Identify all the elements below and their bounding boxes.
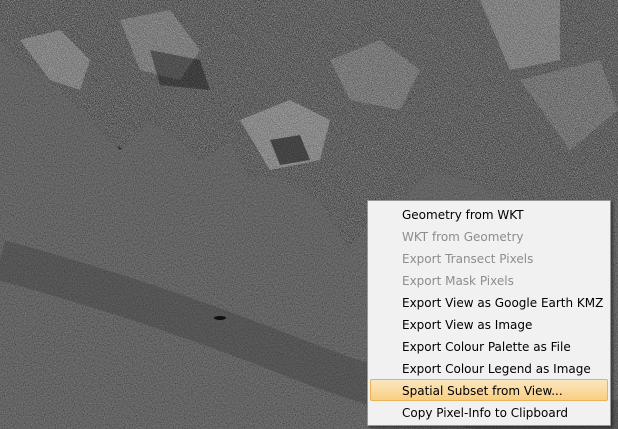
menu-item-spatial-subset-from-view[interactable]: Spatial Subset from View... — [370, 379, 608, 401]
context-menu: Geometry from WKT WKT from Geometry Export… — [367, 200, 611, 426]
menu-item-copy-pixel-info-to-clipboard[interactable]: Copy Pixel-Info to Clipboard — [370, 401, 608, 423]
menu-item-geometry-from-wkt[interactable]: Geometry from WKT — [370, 203, 608, 225]
menu-item-export-transect-pixels: Export Transect Pixels — [402, 252, 534, 266]
menu-item-export-colour-legend-as-image[interactable]: Export Colour Legend as Image — [370, 357, 608, 379]
menu-item-export-colour-palette-as-file[interactable]: Export Colour Palette as File — [370, 335, 608, 357]
menu-item-wkt-from-geometry: WKT from Geometry — [402, 230, 524, 244]
menu-item-export-view-as-google-earth-kmz[interactable]: Export View as Google Earth KMZ — [370, 291, 608, 313]
menu-item-export-view-as-image[interactable]: Export View as Image — [370, 313, 608, 335]
menu-item-export-mask-pixels: Export Mask Pixels — [402, 274, 514, 288]
